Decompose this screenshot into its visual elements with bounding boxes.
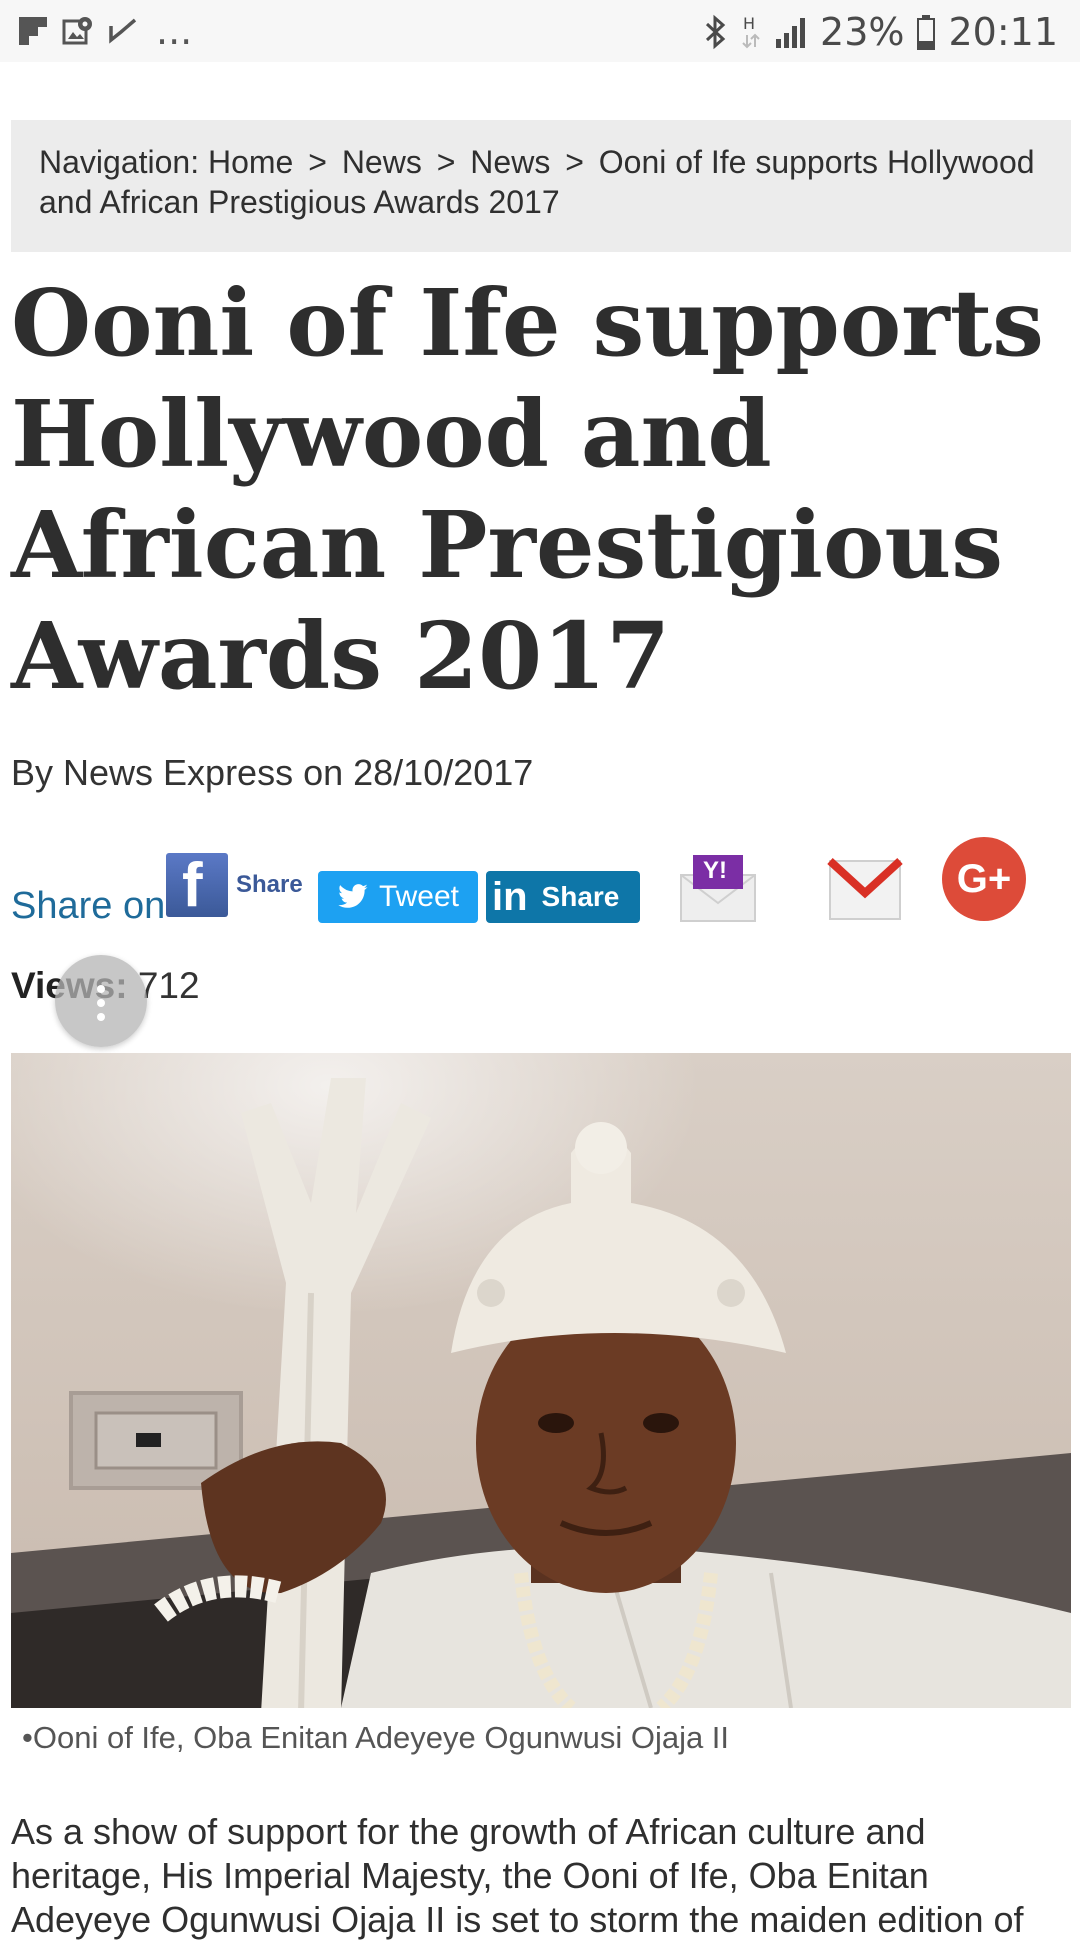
linkedin-icon: in <box>492 874 528 919</box>
breadcrumb: Navigation: Home > News > News > Ooni of… <box>11 120 1071 252</box>
status-time: 20:11 <box>948 10 1058 54</box>
status-overflow: ... <box>156 9 193 53</box>
floating-menu-button[interactable] <box>55 955 147 1047</box>
yahoo-mark: Y! <box>703 857 727 884</box>
battery-percent: 23% <box>820 10 905 54</box>
bluetooth-icon <box>705 14 726 50</box>
ooni-portrait-image <box>11 1053 1071 1708</box>
signal-icon <box>776 18 806 48</box>
google-plus-icon: G+ <box>956 856 1012 901</box>
breadcrumb-news[interactable]: News <box>342 144 422 180</box>
article-byline: By News Express on 28/10/2017 <box>11 752 534 793</box>
google-plus-share-button[interactable]: G+ <box>942 837 1026 921</box>
status-left-icons: ... <box>18 12 192 50</box>
linkedin-share-button[interactable]: in Share <box>486 871 640 923</box>
hplus-data-icon: H <box>742 14 760 49</box>
menu-dot <box>97 999 105 1007</box>
gallery-location-icon <box>62 17 92 45</box>
photo-caption: •Ooni of Ife, Oba Enitan Adeyeye Ogunwus… <box>22 1720 730 1755</box>
tweet-button[interactable]: Tweet <box>318 871 478 923</box>
battery-icon <box>917 15 936 50</box>
breadcrumb-separator: > <box>308 144 327 180</box>
breadcrumb-news-sub[interactable]: News <box>470 144 550 180</box>
yahoo-mail-share-button[interactable]: Y! <box>679 853 757 923</box>
views-value: 712 <box>137 965 200 1006</box>
breadcrumb-separator: > <box>436 144 456 180</box>
check-icon <box>109 18 137 44</box>
share-bar: Share on f Share Tweet in Share Y! M G+ <box>11 835 1071 935</box>
status-bar: ... H 23% 20:11 <box>0 0 1080 62</box>
breadcrumb-home[interactable]: Home <box>208 144 293 180</box>
breadcrumb-prefix: Navigation: <box>39 144 200 180</box>
breadcrumb-separator: > <box>565 144 584 180</box>
menu-dot <box>97 1013 105 1021</box>
article-photo <box>11 1053 1071 1708</box>
share-label: Share on <box>11 885 166 927</box>
svg-text:H: H <box>743 14 755 33</box>
article-title: Ooni of Ife supports Hollywood and Afric… <box>11 269 1044 710</box>
menu-dot <box>97 985 105 993</box>
facebook-share-label: Share <box>236 871 303 898</box>
gmail-icon <box>827 858 903 920</box>
status-right-icons: H 23% 20:11 <box>704 10 1058 54</box>
gmail-share-button[interactable]: M <box>826 853 904 923</box>
linkedin-share-label: Share <box>541 881 620 912</box>
tweet-label: Tweet <box>378 880 460 913</box>
facebook-share-button[interactable]: f Share <box>166 853 316 919</box>
article-body: As a show of support for the growth of A… <box>11 1811 1024 1940</box>
twitter-bird-icon <box>338 884 368 908</box>
flipboard-icon <box>19 17 47 45</box>
facebook-icon: f <box>166 853 228 917</box>
